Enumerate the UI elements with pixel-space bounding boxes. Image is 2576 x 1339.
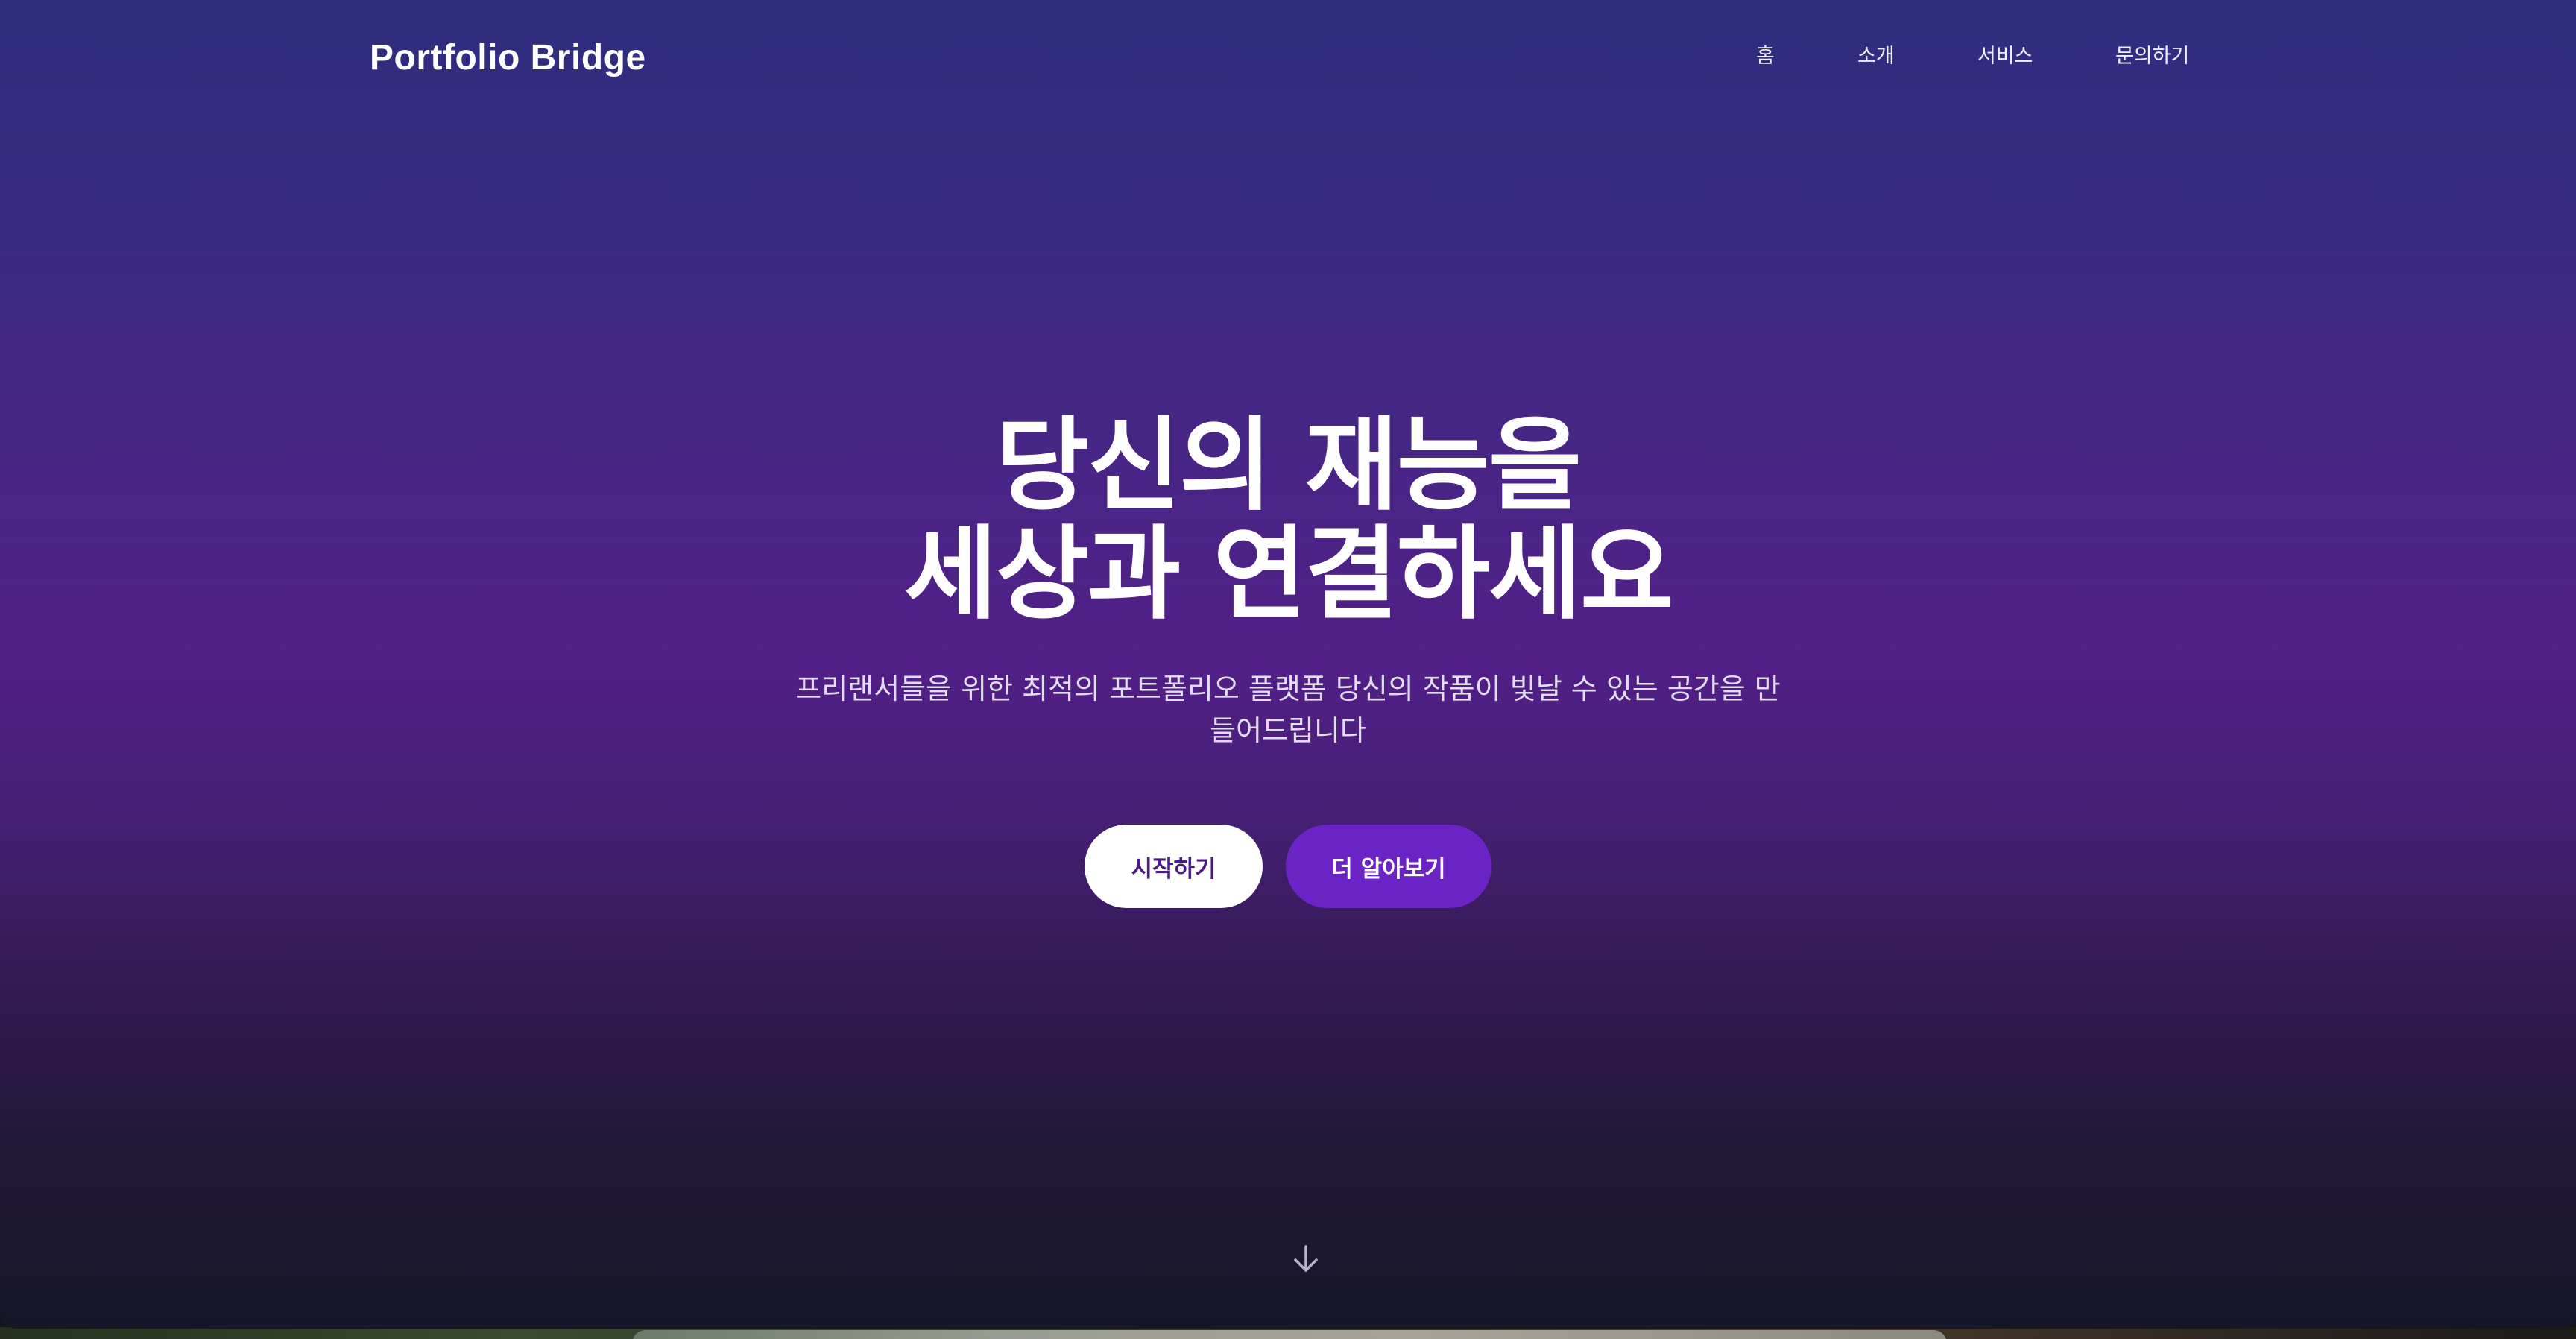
start-button[interactable]: 시작하기 bbox=[1085, 825, 1263, 908]
main-nav: 홈 소개 서비스 문의하기 bbox=[0, 42, 2576, 72]
next-section-card bbox=[632, 1330, 1947, 1339]
nav-item-services[interactable]: 서비스 bbox=[1977, 42, 2033, 72]
page: Portfolio Bridge 홈 소개 서비스 문의하기 당신의 재능을 세… bbox=[0, 0, 2576, 1339]
nav-item-contact[interactable]: 문의하기 bbox=[2115, 42, 2189, 72]
hero-headline-line-1: 당신의 재능을 bbox=[995, 407, 1582, 525]
learn-more-button[interactable]: 더 알아보기 bbox=[1286, 825, 1491, 908]
hero-section: Portfolio Bridge 홈 소개 서비스 문의하기 당신의 재능을 세… bbox=[0, 0, 2576, 1329]
hero-headline-line-2: 세상과 연결하세요 bbox=[903, 516, 1673, 634]
nav-item-about[interactable]: 소개 bbox=[1857, 42, 1895, 72]
nav-item-home[interactable]: 홈 bbox=[1756, 42, 1775, 72]
hero-subtitle: 프리랜서들을 위한 최적의 포트폴리오 플랫폼 당신의 작품이 빛날 수 있는 … bbox=[795, 672, 1781, 747]
hero-headline: 당신의 재능을 세상과 연결하세요 bbox=[0, 412, 2576, 629]
arrow-down-icon[interactable] bbox=[1288, 1241, 1324, 1276]
